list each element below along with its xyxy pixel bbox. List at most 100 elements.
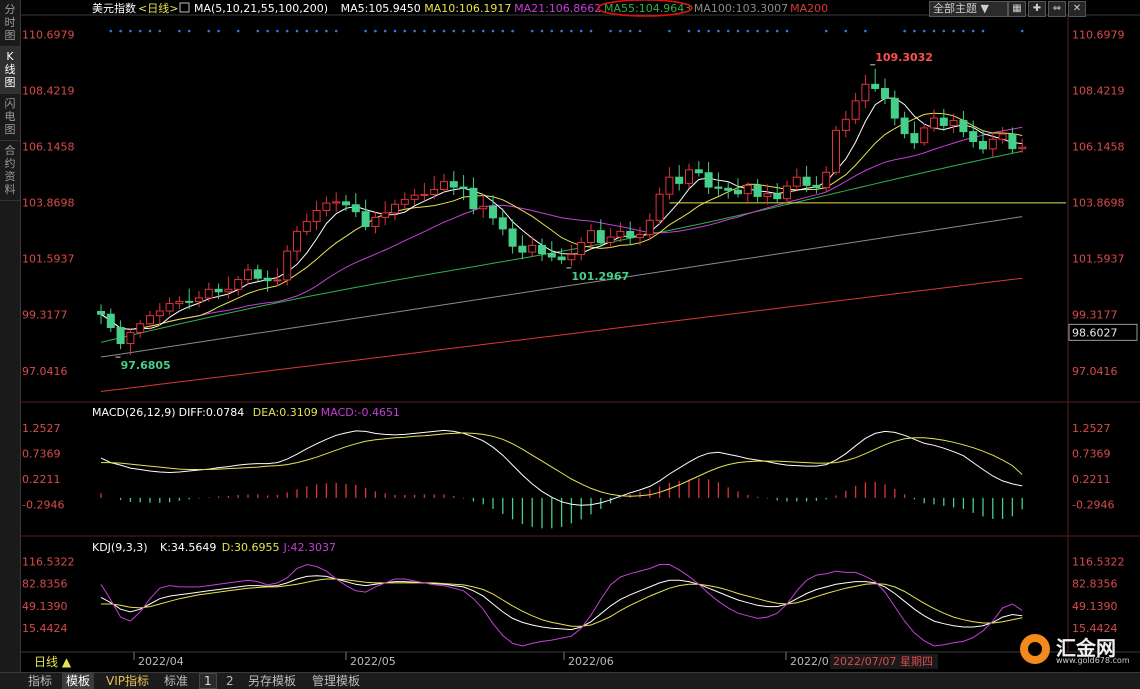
candle-down bbox=[106, 313, 115, 328]
ma-legend-2: MA10:106.1917 bbox=[424, 2, 511, 15]
candle-up bbox=[479, 205, 488, 210]
candle-down bbox=[773, 193, 782, 200]
candle-down bbox=[724, 187, 733, 191]
price-axis-tick-2: 106.1458 bbox=[1072, 141, 1125, 154]
candle-up bbox=[400, 198, 409, 205]
marker-dot bbox=[638, 29, 642, 33]
marker-dot bbox=[952, 29, 955, 33]
marker-dot bbox=[560, 29, 563, 33]
tab-standard[interactable]: 标准 bbox=[160, 673, 192, 689]
marker-dot bbox=[305, 29, 309, 33]
price-annotation-0: 109.3032 bbox=[875, 51, 933, 64]
candle-down bbox=[714, 186, 723, 189]
gold678-logo-icon bbox=[1020, 634, 1050, 664]
price-axis-tick-5: 99.3177 bbox=[1072, 309, 1118, 322]
candle-up bbox=[381, 212, 390, 218]
candle-down bbox=[734, 189, 742, 195]
marker-dot bbox=[462, 29, 465, 33]
candle-up bbox=[587, 230, 595, 243]
marker-dot bbox=[746, 29, 750, 33]
candle-down bbox=[253, 269, 262, 279]
candle-up bbox=[763, 193, 772, 197]
candle-up bbox=[988, 138, 997, 150]
candle-down bbox=[979, 140, 987, 150]
candle-down bbox=[802, 176, 811, 186]
kdj-axis-tick-1: 82.8356 bbox=[1072, 578, 1118, 591]
marker-dot bbox=[628, 29, 632, 33]
marker-dot bbox=[962, 29, 965, 33]
candle-down bbox=[459, 186, 468, 189]
cross-icon[interactable]: ✚ bbox=[1028, 1, 1046, 17]
candle-up bbox=[371, 216, 380, 227]
candle-up bbox=[234, 278, 243, 290]
marker-dot bbox=[511, 29, 514, 33]
price-chart[interactable]: 美元指数 <日线> MA(5,10,21,55,100,200) MA5:105.94… bbox=[0, 0, 1140, 672]
candle-up bbox=[783, 185, 791, 200]
candle-up bbox=[420, 193, 429, 196]
close-icon[interactable]: ✕ bbox=[1068, 1, 1086, 17]
marker-dot bbox=[325, 29, 328, 33]
manage-templates-button[interactable]: 管理模板 bbox=[308, 673, 364, 689]
price-left-tick-1: 108.4219 bbox=[22, 84, 75, 97]
marker-dot bbox=[766, 29, 769, 33]
candle-down bbox=[969, 131, 978, 142]
candle-down bbox=[538, 244, 546, 255]
candle-down bbox=[675, 176, 684, 184]
candle-up bbox=[920, 127, 929, 144]
candle-up bbox=[861, 83, 870, 102]
candle-up bbox=[410, 194, 419, 200]
marker-dot bbox=[432, 29, 436, 33]
marker-dot bbox=[393, 29, 397, 33]
marker-dot bbox=[295, 29, 299, 33]
candle-up bbox=[293, 230, 301, 252]
ma-legend-6: MA200 bbox=[790, 2, 828, 15]
bottom-tab-bar: 指标 模板 VIP指标 标准 1 2 另存模板 管理模板 bbox=[0, 672, 1140, 689]
price-axis-tick-0: 110.6979 bbox=[1072, 28, 1125, 41]
macd-axis-tick-2: 0.2211 bbox=[1072, 473, 1111, 486]
candle-down bbox=[626, 230, 635, 239]
price-left-tick-2: 106.1458 bbox=[22, 141, 75, 154]
candle-down bbox=[214, 288, 223, 293]
marker-dot bbox=[530, 29, 534, 33]
candle-up bbox=[998, 133, 1007, 140]
macd-axis-tick-1: 0.7369 bbox=[1072, 447, 1111, 460]
marker-dot bbox=[570, 29, 573, 33]
candle-up bbox=[606, 236, 615, 243]
tab-indicators[interactable]: 指标 bbox=[24, 673, 56, 689]
ma-legend-5: MA100:103.3007 bbox=[694, 2, 788, 15]
marker-dot bbox=[276, 29, 279, 33]
marker-dot bbox=[687, 29, 691, 33]
crosshair-date: 2022/07/07 bbox=[833, 655, 896, 668]
tab-page-2[interactable]: 2 bbox=[222, 673, 238, 689]
candle-down bbox=[116, 326, 125, 344]
tab-page-1[interactable]: 1 bbox=[199, 673, 217, 689]
ma10-line bbox=[100, 112, 1023, 330]
save-template-button[interactable]: 另存模板 bbox=[244, 673, 300, 689]
candle-up bbox=[655, 193, 664, 221]
candle-down bbox=[900, 117, 909, 135]
marker-dot bbox=[501, 29, 505, 33]
tab-templates[interactable]: 模板 bbox=[62, 673, 95, 689]
marker-dot bbox=[844, 29, 848, 33]
marker-dot bbox=[540, 29, 544, 33]
macd-left-tick-3: -0.2946 bbox=[22, 498, 64, 511]
theme-select[interactable]: 全部主题 ▼ bbox=[929, 1, 1008, 17]
candle-down bbox=[871, 83, 880, 90]
candle-up bbox=[244, 269, 252, 280]
grid-icon[interactable]: ▦ bbox=[1008, 1, 1026, 17]
price-left-tick-0: 110.6979 bbox=[22, 28, 75, 41]
candle-up bbox=[743, 184, 752, 195]
instrument-name: 美元指数 bbox=[92, 1, 136, 15]
marker-dot bbox=[129, 29, 132, 33]
candle-down bbox=[812, 184, 821, 189]
candle-up bbox=[577, 241, 586, 256]
price-annotation-2: 97.6805 bbox=[121, 359, 171, 372]
marker-dot bbox=[579, 29, 583, 33]
price-left-tick-4: 101.5937 bbox=[22, 253, 75, 266]
candle-up bbox=[636, 234, 644, 239]
candle-up bbox=[332, 201, 341, 204]
arrows-icon[interactable]: ⇔ bbox=[1048, 1, 1066, 17]
tab-vip-indicators[interactable]: VIP指标 bbox=[102, 673, 153, 689]
candle-down bbox=[263, 277, 272, 282]
candle-up bbox=[616, 230, 625, 238]
